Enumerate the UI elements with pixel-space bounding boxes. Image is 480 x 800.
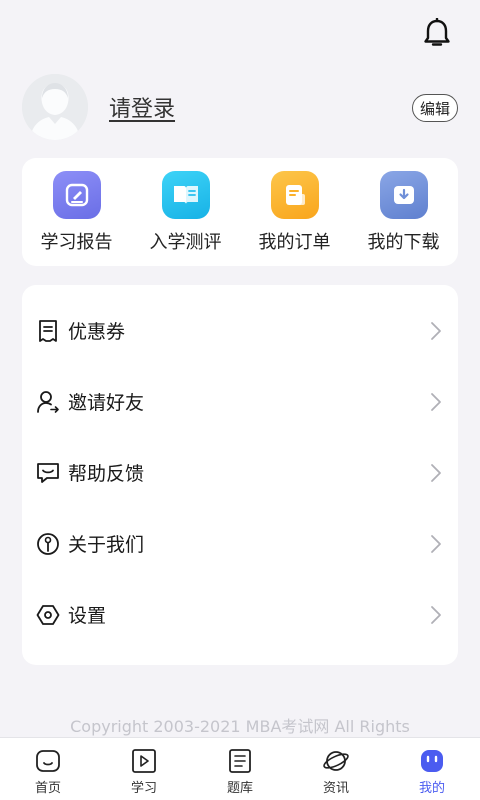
planet-icon (322, 747, 350, 775)
quick-action-my-downloads[interactable]: 我的下载 (349, 158, 458, 266)
tab-label: 题库 (226, 781, 253, 796)
play-icon (130, 747, 158, 775)
menu-item-label: 设置 (68, 605, 107, 627)
quick-action-label: 入学测评 (149, 232, 222, 253)
tab-mine[interactable]: 我的 (384, 738, 480, 800)
coupon-icon (36, 319, 60, 343)
menu-item-label: 邀请好友 (68, 392, 145, 414)
invite-user-icon (36, 390, 60, 414)
tab-label: 学习 (130, 781, 157, 796)
quick-action-label: 学习报告 (40, 232, 113, 253)
quick-action-entrance-test[interactable]: 入学测评 (131, 158, 240, 266)
tab-label: 资讯 (322, 781, 349, 796)
feedback-icon (36, 461, 60, 485)
quick-action-my-orders[interactable]: 我的订单 (240, 158, 349, 266)
copyright-text: Copyright 2003-2021 MBA考试网 All Rights (70, 717, 410, 736)
bottom-tab-bar: 首页 学习 题库 资讯 我的 (0, 737, 480, 800)
avatar[interactable] (22, 74, 88, 140)
menu-item-about-us[interactable]: 关于我们 (22, 508, 458, 579)
quick-action-study-report[interactable]: 学习报告 (22, 158, 131, 266)
question-bank-icon (226, 747, 254, 775)
chevron-right-icon (431, 393, 441, 411)
menu-item-settings[interactable]: 设置 (22, 579, 458, 650)
edit-button[interactable]: 编辑 (412, 94, 458, 122)
download-icon (379, 171, 428, 219)
notification-bell-icon[interactable] (420, 16, 454, 50)
menu-item-invite-friends[interactable]: 邀请好友 (22, 366, 458, 437)
profile-icon (418, 747, 446, 775)
tab-news[interactable]: 资讯 (288, 738, 384, 800)
menu-item-help-feedback[interactable]: 帮助反馈 (22, 437, 458, 508)
menu-item-coupons[interactable]: 优惠券 (22, 295, 458, 366)
menu-card: 优惠券 邀请好友 帮助反馈 关于我们 设置 (22, 285, 458, 665)
tab-question-bank[interactable]: 题库 (192, 738, 288, 800)
chevron-right-icon (431, 606, 441, 624)
menu-item-label: 帮助反馈 (68, 463, 145, 485)
tab-label: 我的 (418, 781, 445, 796)
menu-item-label: 优惠券 (68, 321, 126, 343)
info-icon (36, 532, 60, 556)
tab-study[interactable]: 学习 (96, 738, 192, 800)
login-link[interactable]: 请登录 (109, 91, 175, 123)
order-icon (270, 171, 319, 219)
tab-label: 首页 (34, 781, 61, 796)
menu-item-label: 关于我们 (68, 534, 145, 556)
book-icon (161, 171, 210, 219)
settings-icon (36, 603, 60, 627)
quick-action-label: 我的下载 (367, 232, 440, 253)
profile-header: 请登录 编辑 (22, 74, 458, 140)
chevron-right-icon (431, 464, 441, 482)
home-icon (34, 747, 62, 775)
chevron-right-icon (431, 535, 441, 553)
quick-action-label: 我的订单 (258, 232, 331, 253)
report-icon (52, 171, 101, 219)
quick-actions-card: 学习报告 入学测评 我的订单 我的下载 (22, 158, 458, 266)
chevron-right-icon (431, 322, 441, 340)
tab-home[interactable]: 首页 (0, 738, 96, 800)
